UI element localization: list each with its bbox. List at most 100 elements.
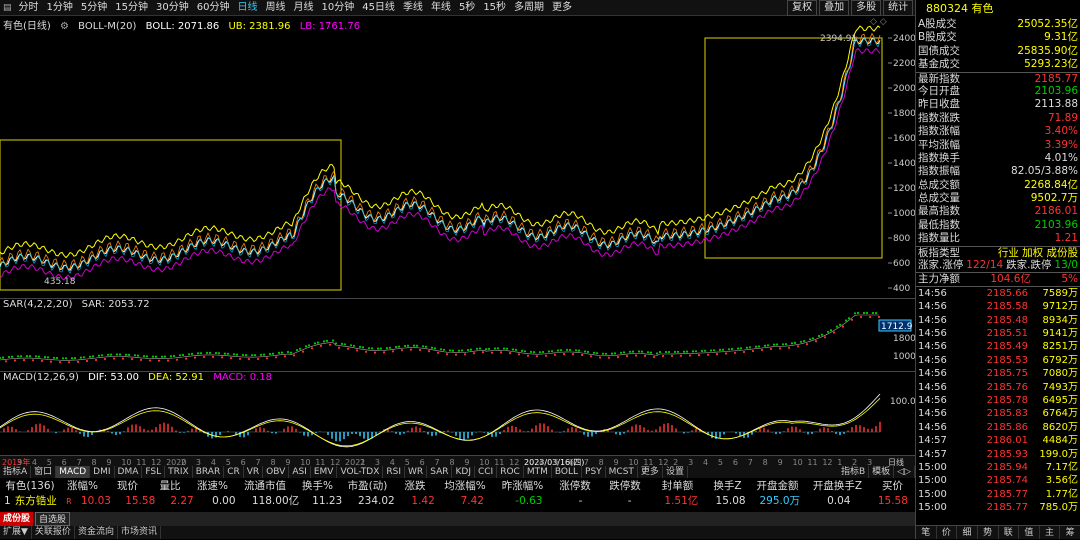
timeframe-tab[interactable]: 年线 xyxy=(427,0,455,16)
timeframe-tab[interactable]: 日线 xyxy=(233,0,261,16)
tool-button[interactable]: 复权 xyxy=(787,0,818,16)
main-price-chart[interactable]: 2394.91 435.18 ◇ ◇ 2400 2200 2000 1800 1600 1… xyxy=(0,16,915,298)
status-tab[interactable]: 扩展▼ xyxy=(0,526,32,539)
indicator-tab[interactable]: 设置 xyxy=(663,466,688,478)
timeframe-tab[interactable]: 15分钟 xyxy=(111,0,152,16)
column-header[interactable]: 买价 xyxy=(870,479,915,494)
indicator-tab[interactable]: ASI xyxy=(289,466,311,478)
timeframe-tab[interactable]: 1分钟 xyxy=(43,0,77,16)
indicator-tab[interactable]: DMI xyxy=(90,466,115,478)
timeframe-tab[interactable]: 5秒 xyxy=(455,0,479,16)
indicator-tab-right[interactable]: ◁▷ xyxy=(894,466,915,478)
timeframe-tab[interactable]: 更多 xyxy=(548,0,576,16)
stat-label: 今日开盘 xyxy=(918,84,960,97)
column-header[interactable]: 涨速% xyxy=(190,479,235,494)
board-type-value[interactable]: 行业 加权 成份股 xyxy=(998,247,1078,259)
sar-point xyxy=(502,347,506,350)
indicator-tab[interactable]: 更多 xyxy=(638,466,663,478)
tool-button[interactable]: 叠加 xyxy=(819,0,850,16)
tab-constituents[interactable]: 成份股 xyxy=(0,512,34,526)
tab-watchlist[interactable]: 自选股 xyxy=(35,512,71,526)
column-header[interactable]: 量比 xyxy=(150,479,190,494)
indicator-tab[interactable]: CR xyxy=(224,466,244,478)
sar-point xyxy=(106,353,110,356)
column-header[interactable]: 开盘金额 xyxy=(750,479,805,494)
timeframe-tab[interactable]: 多周期 xyxy=(510,0,548,16)
column-header[interactable]: 均涨幅% xyxy=(435,479,495,494)
timeframe-tab[interactable]: 60分钟 xyxy=(193,0,234,16)
column-header[interactable]: 换手% xyxy=(295,479,340,494)
indicator-tab[interactable]: VR xyxy=(244,466,264,478)
menu-icon[interactable]: ▤ xyxy=(0,3,15,13)
column-header[interactable]: 流通市值 xyxy=(235,479,295,494)
timeframe-tab[interactable]: 45日线 xyxy=(358,0,399,16)
column-header[interactable]: 跌停数 xyxy=(600,479,650,494)
side-tab[interactable]: 值 xyxy=(1019,526,1040,539)
column-header[interactable]: 现价 xyxy=(105,479,150,494)
sar-point xyxy=(67,361,71,364)
diamond-icon[interactable]: ◇ ◇ xyxy=(870,17,887,27)
indicator-tab[interactable]: SAR xyxy=(427,466,453,478)
indicator-tab[interactable]: BRAR xyxy=(193,466,225,478)
status-tab[interactable]: 关联报价 xyxy=(32,526,75,539)
indicator-tab[interactable]: CCI xyxy=(475,466,498,478)
column-header[interactable]: 涨幅% xyxy=(60,479,105,494)
indicator-tab[interactable]: FSL xyxy=(142,466,166,478)
indicator-tab[interactable]: EMV xyxy=(311,466,338,478)
column-header[interactable]: 有色(136) xyxy=(0,479,60,494)
side-tab[interactable]: 细 xyxy=(957,526,978,539)
status-tab[interactable]: 市场资讯 xyxy=(118,526,161,539)
indicator-tab[interactable]: OBV xyxy=(263,466,290,478)
table-row[interactable]: 1 东方锆业 R 10.03 15.58 2.27 0.00 118.00亿 11.23 234.… xyxy=(0,494,915,509)
indicator-tab[interactable]: TRIX xyxy=(165,466,193,478)
sar-point xyxy=(115,353,119,356)
column-header[interactable]: 市盈(动) xyxy=(340,479,395,494)
side-tab[interactable]: 价 xyxy=(937,526,958,539)
status-tab[interactable]: 资金流向 xyxy=(75,526,118,539)
indicator-tab[interactable]: MCST xyxy=(606,466,638,478)
indicator-tab[interactable]: ROC xyxy=(497,466,524,478)
indicator-tab[interactable]: MTM xyxy=(524,466,552,478)
column-header[interactable]: 涨停数 xyxy=(550,479,600,494)
side-tab[interactable]: 笔 xyxy=(916,526,937,539)
column-header[interactable]: 封单额 xyxy=(650,479,705,494)
timeframe-tab[interactable]: 周线 xyxy=(261,0,289,16)
timeframe-tab[interactable]: 季线 xyxy=(399,0,427,16)
column-header[interactable]: 昨涨幅% xyxy=(495,479,550,494)
indicator-tab[interactable]: RSI xyxy=(383,466,406,478)
sar-point xyxy=(283,355,287,358)
indicator-tab[interactable]: 窗口 xyxy=(31,466,57,478)
tick-time: 14:57 xyxy=(918,448,947,460)
column-header[interactable]: 换手Z xyxy=(705,479,750,494)
indicator-tab[interactable]: BOLL xyxy=(552,466,583,478)
sar-point xyxy=(370,347,374,350)
timeframe-tab[interactable]: 月线 xyxy=(289,0,317,16)
macd-chart[interactable]: 100.0 xyxy=(0,371,915,456)
side-tab[interactable]: 筹 xyxy=(1060,526,1080,539)
indicator-tab[interactable]: VOL-TDX xyxy=(337,466,384,478)
indicator-tab[interactable]: MACD xyxy=(56,466,91,478)
timeframe-tab[interactable]: 10分钟 xyxy=(317,0,358,16)
stock-name[interactable]: 东方锆业 xyxy=(15,494,64,509)
side-tab[interactable]: 主 xyxy=(1040,526,1061,539)
indicator-tab-right[interactable]: 指标B xyxy=(838,466,870,478)
timeframe-tab[interactable]: 5分钟 xyxy=(77,0,111,16)
side-tab[interactable]: 联 xyxy=(999,526,1020,539)
indicator-tab-right[interactable]: 模板 xyxy=(869,466,895,478)
indicator-tab[interactable]: KDJ xyxy=(452,466,475,478)
column-header[interactable]: 涨跌 xyxy=(395,479,435,494)
indicator-tab[interactable]: 指标A xyxy=(0,466,32,478)
sar-chart[interactable]: 1712.9 1000 1800 xyxy=(0,298,915,370)
side-tab[interactable]: 势 xyxy=(978,526,999,539)
timeframe-tab[interactable]: 15秒 xyxy=(479,0,510,16)
tool-button[interactable]: 统计 xyxy=(883,0,914,16)
indicator-tab[interactable]: PSY xyxy=(582,466,606,478)
indicator-tab[interactable]: WR xyxy=(405,466,428,478)
indicator-tab[interactable]: DMA xyxy=(115,466,143,478)
tool-button[interactable]: 多股 xyxy=(851,0,882,16)
timeframe-tab[interactable]: 30分钟 xyxy=(152,0,193,16)
column-header[interactable]: 开盘换手Z xyxy=(805,479,870,494)
table-cell: 1.51亿 xyxy=(664,495,699,507)
sar-point xyxy=(172,354,176,358)
timeframe-tab[interactable]: 分时 xyxy=(15,0,43,16)
